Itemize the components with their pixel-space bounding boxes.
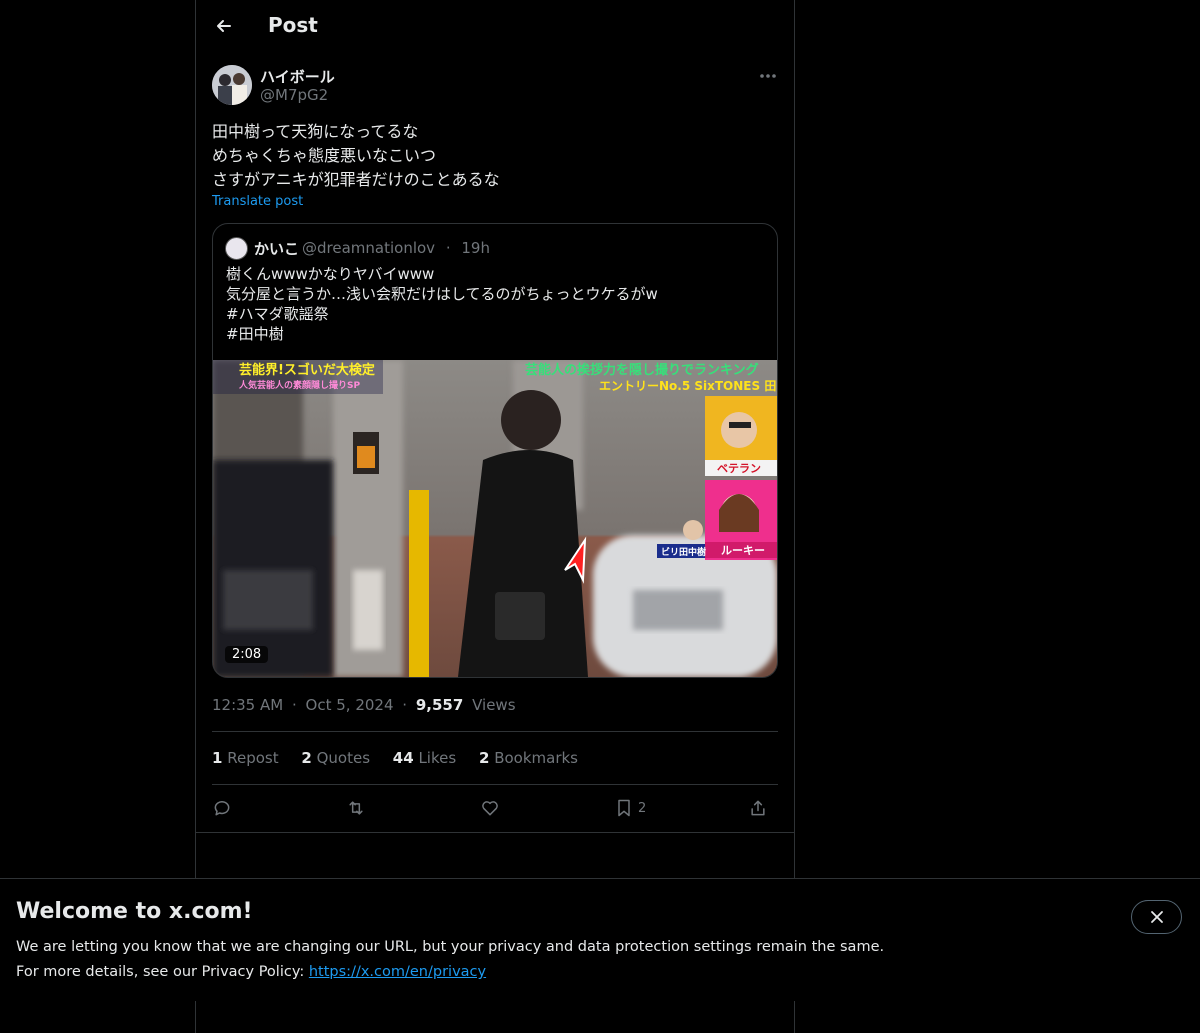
quotes-count: 2 <box>301 749 312 767</box>
banner-text: We are letting you know that we are chan… <box>16 939 885 955</box>
post-time[interactable]: 12:35 AM <box>212 696 283 714</box>
views-label: Views <box>472 696 516 714</box>
share-icon <box>751 800 765 816</box>
reply-button[interactable] <box>212 794 232 822</box>
divider <box>196 832 794 833</box>
quote-hashtag[interactable]: #田中樹 <box>226 324 766 344</box>
header: Post <box>196 0 794 54</box>
video-caption-top-right: 芸能人の挨拶力を隠し撮りでランキング <box>525 362 759 378</box>
quote-display-name[interactable]: かいこ <box>254 238 299 259</box>
page-title: Post <box>268 13 318 37</box>
video-caption-top-right-sub: エントリーNo.5 SixTONES 田中 樹 <box>599 378 777 393</box>
views-count: 9,557 <box>415 696 464 714</box>
close-banner-button[interactable] <box>1131 900 1182 934</box>
url-change-banner: Welcome to x.com! We are letting you kno… <box>0 878 1200 1001</box>
likes-count: 44 <box>392 749 414 767</box>
likes-label: Likes <box>418 749 457 767</box>
bookmark-count: 2 <box>638 800 647 816</box>
avatar[interactable] <box>212 65 252 105</box>
user-handle[interactable]: @M7pG2 <box>260 86 328 104</box>
back-arrow-icon <box>217 20 231 32</box>
panel-rookie-label: ルーキー <box>721 544 765 557</box>
quote-text-line: 樹くんwwwかなりヤバイwww <box>226 265 435 283</box>
quote-text: 樹くんwwwかなりヤバイwww 気分屋と言うか…浅い会釈だけはしてるのがちょっと… <box>226 264 766 344</box>
quote-hashtag[interactable]: #ハマダ歌謡祭 <box>226 304 766 324</box>
divider <box>212 784 778 785</box>
bookmarks-label: Bookmarks <box>494 749 578 767</box>
banner-text-line2: For more details, see our Privacy Policy… <box>16 960 884 985</box>
banner-body: We are letting you know that we are chan… <box>16 935 884 985</box>
quote-meta: @dreamnationlov · 19h <box>302 239 496 257</box>
panel-bottom-name: 田中樹 <box>679 546 706 558</box>
display-name[interactable]: ハイボール <box>260 66 335 87</box>
quotes-label: Quotes <box>316 749 371 767</box>
repost-icon <box>349 801 363 815</box>
post-date[interactable]: Oct 5, 2024 <box>306 696 394 714</box>
quote-age: 19h <box>461 239 490 257</box>
post-text-line: さすがアニキが犯罪者だけのことあるな <box>212 170 500 189</box>
post-text-line: 田中樹って天狗になってるな <box>212 122 419 141</box>
panel-bottom-tag: ビリ <box>661 546 679 558</box>
more-icon <box>760 74 776 78</box>
timestamp-separator: · <box>402 696 408 714</box>
video-duration: 2:08 <box>225 646 269 663</box>
more-options-button[interactable] <box>757 66 779 86</box>
quote-avatar[interactable] <box>225 237 248 260</box>
repost-button[interactable] <box>346 794 366 822</box>
like-button[interactable] <box>480 794 500 822</box>
reply-icon <box>214 801 230 816</box>
close-icon <box>1150 911 1163 923</box>
likes-stat[interactable]: 44 Likes <box>393 749 456 767</box>
video-thumbnail: 芸能界!スゴいだ大検定 人気芸能人の素顔隠し撮りSP 芸能人の挨拶力を隠し撮りで… <box>213 360 777 677</box>
avatar-image <box>212 65 252 105</box>
video-caption-top-left: 芸能界!スゴいだ大検定 <box>239 362 375 378</box>
divider <box>212 731 778 732</box>
bookmark-button[interactable]: 2 <box>614 794 646 822</box>
back-button[interactable] <box>210 12 238 40</box>
banner-text-prefix: For more details, see our Privacy Policy… <box>16 964 309 980</box>
translate-post-link[interactable]: Translate post <box>212 194 303 209</box>
privacy-policy-link[interactable]: https://x.com/en/privacy <box>309 964 486 980</box>
post-timestamp: 12:35 AM · Oct 5, 2024 · 9,557 Views <box>212 696 520 714</box>
bookmarks-stat[interactable]: 2 Bookmarks <box>479 749 578 767</box>
quote-handle: @dreamnationlov <box>302 239 436 257</box>
timestamp-separator: · <box>291 696 297 714</box>
reposts-label: Repost <box>227 749 279 767</box>
post-text-line: めちゃくちゃ態度悪いなこいつ <box>212 146 437 165</box>
video-caption-top-left-sub: 人気芸能人の素顔隠し撮りSP <box>238 379 360 391</box>
quote-text-line: 気分屋と言うか…浅い会釈だけはしてるのがちょっとウケるがw <box>226 285 658 303</box>
quote-separator: · <box>445 239 451 257</box>
bookmarks-count: 2 <box>478 749 490 767</box>
post-text: 田中樹って天狗になってるな めちゃくちゃ態度悪いなこいつ さすがアニキが犯罪者だ… <box>212 120 778 192</box>
quoted-post[interactable]: かいこ @dreamnationlov · 19h 樹くんwwwかなりヤバイww… <box>212 223 778 678</box>
engagement-stats: 1 Repost 2 Quotes 44 Likes 2 Bookmarks <box>212 749 596 767</box>
action-bar: 2 <box>212 794 778 824</box>
panel-veteran-label: ベテラン <box>717 462 761 475</box>
share-button[interactable] <box>748 794 768 822</box>
heart-icon <box>482 801 498 816</box>
banner-title: Welcome to x.com! <box>16 899 253 924</box>
bookmark-icon <box>618 799 630 817</box>
video-player[interactable]: 芸能界!スゴいだ大検定 人気芸能人の素顔隠し撮りSP 芸能人の挨拶力を隠し撮りで… <box>213 360 777 677</box>
reposts-count: 1 <box>212 749 223 767</box>
reposts-stat[interactable]: 1 Repost <box>212 749 279 767</box>
quotes-stat[interactable]: 2 Quotes <box>301 749 370 767</box>
